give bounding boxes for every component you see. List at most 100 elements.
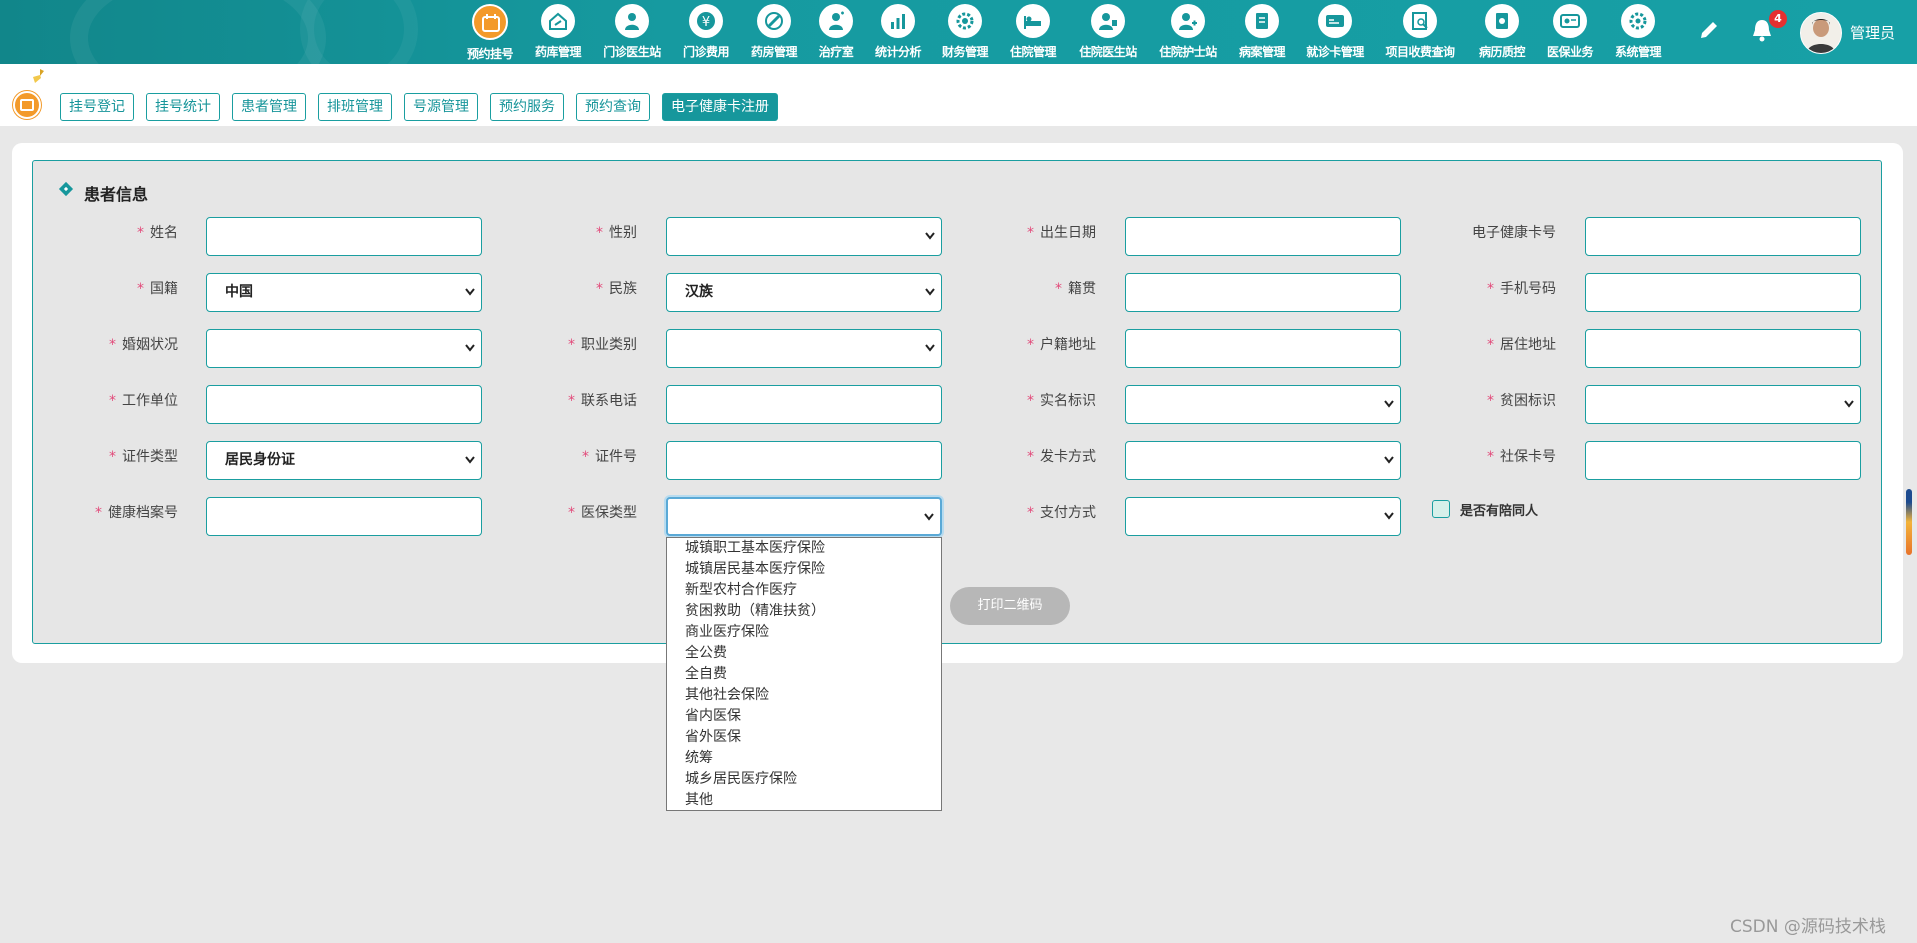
label-insurance-type: * 医保类型: [568, 505, 637, 521]
dropdown-option[interactable]: 全公费: [667, 643, 941, 664]
pencil-icon[interactable]: [1697, 18, 1721, 42]
dropdown-option[interactable]: 统筹: [667, 748, 941, 769]
label-health-card-no: 电子健康卡号: [1472, 225, 1556, 241]
marital-status-select[interactable]: [206, 329, 482, 368]
health-card-no-field[interactable]: [1585, 217, 1861, 256]
poverty-flag-select[interactable]: [1585, 385, 1861, 424]
label-poverty-flag: * 贫困标识: [1487, 393, 1556, 409]
insurance-type-select[interactable]: [666, 497, 942, 536]
nav-item-label: 住院管理: [1009, 45, 1057, 59]
name-field[interactable]: [206, 217, 482, 256]
nav-item-label: 门诊医生站: [603, 45, 661, 59]
chevron-down-icon: [925, 288, 935, 296]
nurse-icon: [819, 4, 853, 38]
nav-item-pharmacy[interactable]: 药库管理: [518, 4, 598, 62]
tab-patient-management[interactable]: 患者管理: [232, 93, 306, 121]
health-record-no-field[interactable]: [206, 497, 482, 536]
nationality-select[interactable]: 中国: [206, 273, 482, 312]
label-occupation: * 职业类别: [568, 337, 637, 353]
nav-item-visit-card[interactable]: 就诊卡管理: [1295, 4, 1375, 62]
mobile-field[interactable]: [1585, 273, 1861, 312]
birth-date-field[interactable]: [1125, 217, 1401, 256]
tab-registration[interactable]: 挂号登记: [60, 93, 134, 121]
required-asterisk: *: [596, 281, 603, 297]
id-number-field[interactable]: [666, 441, 942, 480]
dropdown-option[interactable]: 省外医保: [667, 727, 941, 748]
dropdown-option[interactable]: 城镇居民基本医疗保险: [667, 559, 941, 580]
card-issue-method-select[interactable]: [1125, 441, 1401, 480]
inpatient-nurse-icon: [1171, 4, 1205, 38]
insurance-type-dropdown[interactable]: 城镇职工基本医疗保险 城镇居民基本医疗保险 新型农村合作医疗 贫困救助（精准扶贫…: [666, 537, 942, 811]
dropdown-option[interactable]: 城乡居民医疗保险: [667, 769, 941, 790]
nav-item-fee-query[interactable]: 项目收费查询: [1380, 4, 1460, 62]
nav-item-inpatient[interactable]: 住院管理: [993, 4, 1073, 62]
dropdown-option[interactable]: 城镇职工基本医疗保险: [667, 538, 941, 559]
required-asterisk: *: [1487, 393, 1494, 409]
required-asterisk: *: [109, 393, 116, 409]
work-unit-field[interactable]: [206, 385, 482, 424]
real-name-flag-select[interactable]: [1125, 385, 1401, 424]
nav-item-medical-records[interactable]: 病案管理: [1222, 4, 1302, 62]
payment-method-select[interactable]: [1125, 497, 1401, 536]
label-health-record-no: * 健康档案号: [95, 505, 178, 521]
bed-icon: [1016, 4, 1050, 38]
dropdown-option[interactable]: 其他: [667, 790, 941, 811]
home-calendar-icon[interactable]: [12, 90, 42, 120]
label-marital-status: * 婚姻状况: [109, 337, 178, 353]
ethnicity-select[interactable]: 汉族: [666, 273, 942, 312]
dropdown-option[interactable]: 贫困救助（精准扶贫）: [667, 601, 941, 622]
username[interactable]: 管理员: [1850, 22, 1895, 43]
chevron-down-icon: [925, 232, 935, 240]
required-asterisk: *: [137, 281, 144, 297]
gender-select[interactable]: [666, 217, 942, 256]
print-qrcode-button[interactable]: 打印二维码: [950, 587, 1070, 625]
card-icon: [1318, 4, 1352, 38]
nav-item-system[interactable]: 系统管理: [1598, 4, 1678, 62]
required-asterisk: *: [568, 505, 575, 521]
broom-icon[interactable]: [30, 68, 46, 84]
required-asterisk: *: [1027, 505, 1034, 521]
occupation-select[interactable]: [666, 329, 942, 368]
chevron-down-icon: [465, 288, 475, 296]
tab-health-card-registration[interactable]: 电子健康卡注册: [662, 93, 778, 121]
calendar-icon: [472, 4, 508, 40]
dropdown-option[interactable]: 商业医疗保险: [667, 622, 941, 643]
tab-appointment-query[interactable]: 预约查询: [576, 93, 650, 121]
dropdown-option[interactable]: 全自费: [667, 664, 941, 685]
nav-item-outpatient-doctor[interactable]: 门诊医生站: [592, 4, 672, 62]
quality-icon: [1485, 4, 1519, 38]
avatar[interactable]: [1800, 12, 1842, 54]
household-address-field[interactable]: [1125, 329, 1401, 368]
tab-registration-stats[interactable]: 挂号统计: [146, 93, 220, 121]
contact-phone-field[interactable]: [666, 385, 942, 424]
nav-item-label: 药库管理: [534, 45, 582, 59]
label-social-security-no: * 社保卡号: [1487, 449, 1556, 465]
nav-item-label: 项目收费查询: [1385, 45, 1455, 59]
label-real-name-flag: * 实名标识: [1027, 393, 1096, 409]
chevron-down-icon: [465, 344, 475, 352]
tab-schedule-management[interactable]: 排班管理: [318, 93, 392, 121]
residence-address-field[interactable]: [1585, 329, 1861, 368]
nav-item-inpatient-nurse[interactable]: 住院护士站: [1148, 4, 1228, 62]
native-place-field[interactable]: [1125, 273, 1401, 312]
companion-checkbox[interactable]: [1432, 500, 1450, 518]
dropdown-option[interactable]: 新型农村合作医疗: [667, 580, 941, 601]
nav-item-label: 系统管理: [1614, 45, 1662, 59]
inpatient-doctor-icon: [1091, 4, 1125, 38]
social-security-no-field[interactable]: [1585, 441, 1861, 480]
scroll-indicator[interactable]: [1906, 489, 1912, 555]
id-type-select[interactable]: 居民身份证: [206, 441, 482, 480]
nav-item-label: 住院护士站: [1159, 45, 1217, 59]
tab-source-management[interactable]: 号源管理: [404, 93, 478, 121]
dropdown-option[interactable]: 省内医保: [667, 706, 941, 727]
tab-appointment-service[interactable]: 预约服务: [490, 93, 564, 121]
search-doc-icon: [1403, 4, 1437, 38]
dropdown-option[interactable]: 其他社会保险: [667, 685, 941, 706]
watermark: CSDN @源码技术栈: [1730, 917, 1886, 937]
required-asterisk: *: [1027, 393, 1034, 409]
chevron-down-icon: [465, 456, 475, 464]
nav-item-inpatient-doctor[interactable]: 住院医生站: [1068, 4, 1148, 62]
label-card-issue-method: * 发卡方式: [1027, 449, 1096, 465]
required-asterisk: *: [596, 225, 603, 241]
required-asterisk: *: [1055, 281, 1062, 297]
